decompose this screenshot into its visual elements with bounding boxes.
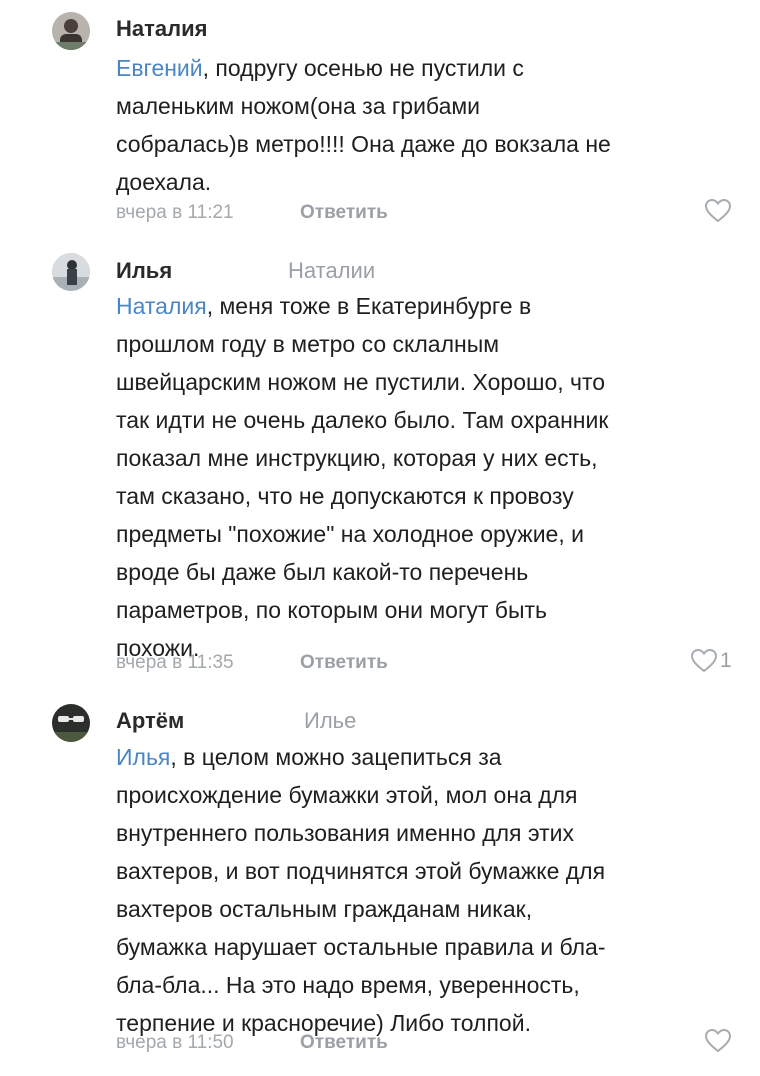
comment-text: Евгений, подругу осенью не пустили с мал… [116,49,736,201]
comment-author[interactable]: Илья [116,258,172,284]
reply-button[interactable]: Ответить [300,202,388,224]
reply-button[interactable]: Ответить [300,1032,388,1054]
mention-link[interactable]: Илья [116,744,170,770]
heart-icon [690,648,718,673]
comment-text: Наталия, меня тоже в Екатеринбурге в про… [116,287,736,667]
avatar[interactable] [52,253,90,291]
reply-to-label[interactable]: Наталии [288,258,375,284]
comment-time: вчера в 11:21 [116,202,234,223]
comment-time: вчера в 11:50 [116,1032,234,1053]
reply-button[interactable]: Ответить [300,652,388,674]
heart-icon [704,198,732,223]
heart-icon [704,1028,732,1053]
comment-author[interactable]: Артём [116,708,184,734]
avatar[interactable] [52,12,90,50]
comment-text: Илья, в целом можно зацепиться за происх… [116,738,736,1042]
like-button[interactable] [704,198,732,224]
comment-time: вчера в 11:35 [116,652,234,673]
comment-author[interactable]: Наталия [116,16,207,42]
avatar[interactable] [52,704,90,742]
reply-to-label[interactable]: Илье [304,708,356,734]
comment-body: , меня тоже в Екатеринбурге в прошлом го… [116,293,609,661]
like-button[interactable]: 1 [690,648,732,674]
comment-body: , в целом можно зацепиться за происхожде… [116,744,606,1036]
like-count: 1 [720,649,732,672]
mention-link[interactable]: Наталия [116,293,207,319]
like-button[interactable] [704,1028,732,1054]
mention-link[interactable]: Евгений [116,55,203,81]
